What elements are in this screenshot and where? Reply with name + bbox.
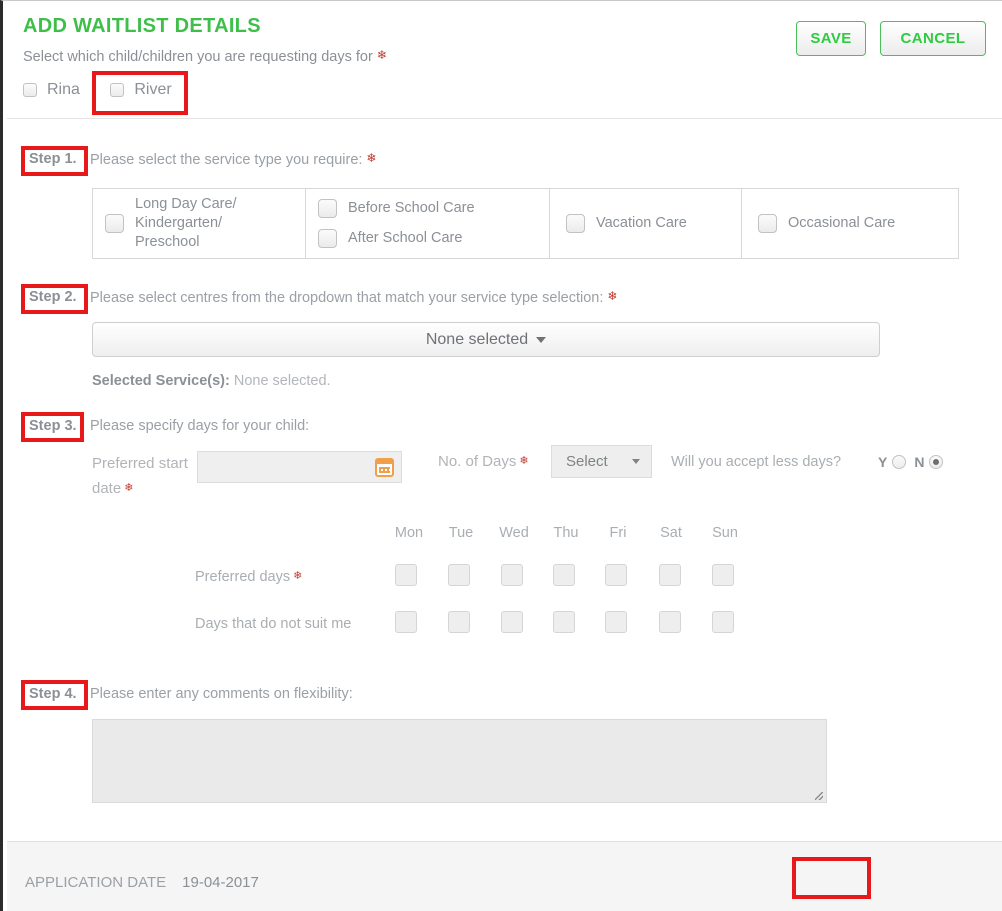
preferred-start-date-label-text: Preferred start date — [92, 455, 188, 497]
service-type-options: Long Day Care/Kindergarten/Preschool Bef… — [92, 188, 959, 259]
checkbox-icon[interactable] — [105, 214, 124, 233]
step-2-label: Step 2. — [29, 289, 77, 305]
chevron-down-icon — [632, 459, 640, 464]
application-date-label: APPLICATION DATE — [25, 874, 167, 891]
day-header-wed: Wed — [499, 525, 529, 541]
service-options-school-care: Before School Care After School Care — [306, 189, 550, 258]
day-header-fri: Fri — [609, 525, 627, 541]
selected-services-value: None selected. — [233, 373, 331, 389]
preferred-days-label-text: Preferred days — [195, 569, 291, 585]
checkbox-icon[interactable] — [318, 229, 337, 248]
waitlist-form-page: ADD WAITLIST DETAILS Select which child/… — [0, 0, 1002, 911]
accept-less-days-label: Will you accept less days? — [671, 454, 842, 470]
preferred-day-thu[interactable] — [553, 564, 575, 586]
preferred-day-wed[interactable] — [501, 564, 523, 586]
checkbox-icon[interactable] — [318, 199, 337, 218]
preferred-day-sun[interactable] — [712, 564, 734, 586]
centres-dropdown[interactable]: None selected — [92, 322, 880, 357]
no-of-days-select[interactable]: Select — [551, 445, 652, 478]
checkbox-icon[interactable] — [23, 83, 37, 97]
page-title: ADD WAITLIST DETAILS — [23, 15, 261, 37]
accept-less-days-radios: Y N — [878, 454, 944, 470]
service-option-label: Long Day Care/Kindergarten/Preschool — [135, 196, 237, 250]
chevron-down-icon — [536, 336, 547, 343]
not-suit-day-mon[interactable] — [395, 611, 417, 633]
service-option-long-day-care[interactable]: Long Day Care/Kindergarten/Preschool — [93, 189, 306, 258]
step-4-label: Step 4. — [29, 686, 77, 702]
checkbox-icon[interactable] — [110, 83, 125, 97]
calendar-icon[interactable] — [375, 458, 394, 477]
radio-label-no: N — [914, 454, 925, 470]
required-asterisk-icon: ❄ — [293, 570, 303, 582]
not-suit-day-tue[interactable] — [448, 611, 470, 633]
required-asterisk-icon: ❄ — [607, 289, 618, 303]
service-option-label: Vacation Care — [596, 215, 687, 231]
radio-label-yes: Y — [878, 454, 888, 470]
no-of-days-label-text: No. of Days — [438, 453, 517, 470]
day-header-sun: Sun — [712, 525, 738, 541]
child-select-instruction: Select which child/children you are requ… — [23, 48, 387, 65]
no-of-days-label: No. of Days ❄ — [438, 453, 529, 470]
application-date: APPLICATION DATE 19-04-2017 — [25, 874, 259, 891]
preferred-days-label: Preferred days ❄ — [195, 569, 302, 585]
service-option-before-school-care[interactable]: Before School Care — [318, 194, 475, 224]
no-of-days-value: Select — [566, 453, 608, 470]
form-footer: APPLICATION DATE 19-04-2017 — [7, 841, 1002, 911]
service-option-vacation-care[interactable]: Vacation Care — [550, 189, 742, 258]
day-header-mon: Mon — [394, 525, 424, 541]
application-date-value: 19-04-2017 — [182, 874, 259, 891]
preferred-start-date-input[interactable] — [197, 451, 402, 483]
step-1-instruction-text: Please select the service type you requi… — [90, 152, 363, 168]
cancel-button[interactable]: CANCEL — [880, 21, 986, 56]
header-divider — [7, 118, 1002, 119]
not-suit-day-fri[interactable] — [605, 611, 627, 633]
radio-yes[interactable] — [892, 455, 907, 469]
child-checkbox-rina[interactable]: Rina — [23, 77, 80, 103]
child-select-instruction-text: Select which child/children you are requ… — [23, 49, 373, 65]
resize-handle-icon[interactable] — [815, 792, 823, 800]
preferred-day-fri[interactable] — [605, 564, 627, 586]
not-suit-day-thu[interactable] — [553, 611, 575, 633]
flexibility-comments-textarea[interactable] — [92, 719, 827, 803]
not-suit-day-sat[interactable] — [659, 611, 681, 633]
preferred-day-mon[interactable] — [395, 564, 417, 586]
service-option-after-school-care[interactable]: After School Care — [318, 224, 462, 254]
preferred-start-date-label: Preferred start date ❄ — [92, 451, 197, 501]
radio-no[interactable] — [929, 455, 944, 469]
save-button[interactable]: SAVE — [796, 21, 866, 56]
service-option-occasional-care[interactable]: Occasional Care — [742, 189, 958, 258]
step-3-label: Step 3. — [29, 418, 77, 434]
day-header-sat: Sat — [660, 525, 682, 541]
step-1-label: Step 1. — [29, 151, 77, 167]
required-asterisk-icon: ❄ — [376, 48, 387, 62]
step-1-instruction: Please select the service type you requi… — [90, 151, 376, 168]
step-3-instruction: Please specify days for your child: — [90, 418, 310, 434]
service-option-label: Occasional Care — [788, 215, 896, 231]
step-2-instruction: Please select centres from the dropdown … — [90, 289, 617, 306]
child-checkbox-river[interactable]: River — [110, 77, 172, 103]
required-asterisk-icon: ❄ — [519, 455, 529, 467]
day-header-thu: Thu — [553, 525, 579, 541]
step-4-instruction: Please enter any comments on flexibility… — [90, 686, 353, 702]
not-suit-days-label: Days that do not suit me — [195, 616, 352, 632]
required-asterisk-icon: ❄ — [124, 482, 134, 494]
child-label-rina: Rina — [47, 81, 80, 98]
checkbox-icon[interactable] — [758, 214, 777, 233]
service-option-label: Before School Care — [348, 200, 475, 216]
selected-services-label: Selected Service(s): — [92, 373, 230, 389]
centres-dropdown-value: None selected — [425, 330, 529, 348]
child-label-river: River — [134, 81, 172, 98]
required-asterisk-icon: ❄ — [366, 151, 377, 165]
preferred-day-tue[interactable] — [448, 564, 470, 586]
day-header-tue: Tue — [448, 525, 474, 541]
not-suit-day-wed[interactable] — [501, 611, 523, 633]
preferred-day-sat[interactable] — [659, 564, 681, 586]
service-option-label: After School Care — [348, 230, 463, 246]
selected-services: Selected Service(s): None selected. — [92, 373, 331, 389]
step-2-instruction-text: Please select centres from the dropdown … — [90, 290, 604, 306]
child-checkbox-row: Rina River — [23, 77, 198, 103]
not-suit-day-sun[interactable] — [712, 611, 734, 633]
checkbox-icon[interactable] — [566, 214, 585, 233]
